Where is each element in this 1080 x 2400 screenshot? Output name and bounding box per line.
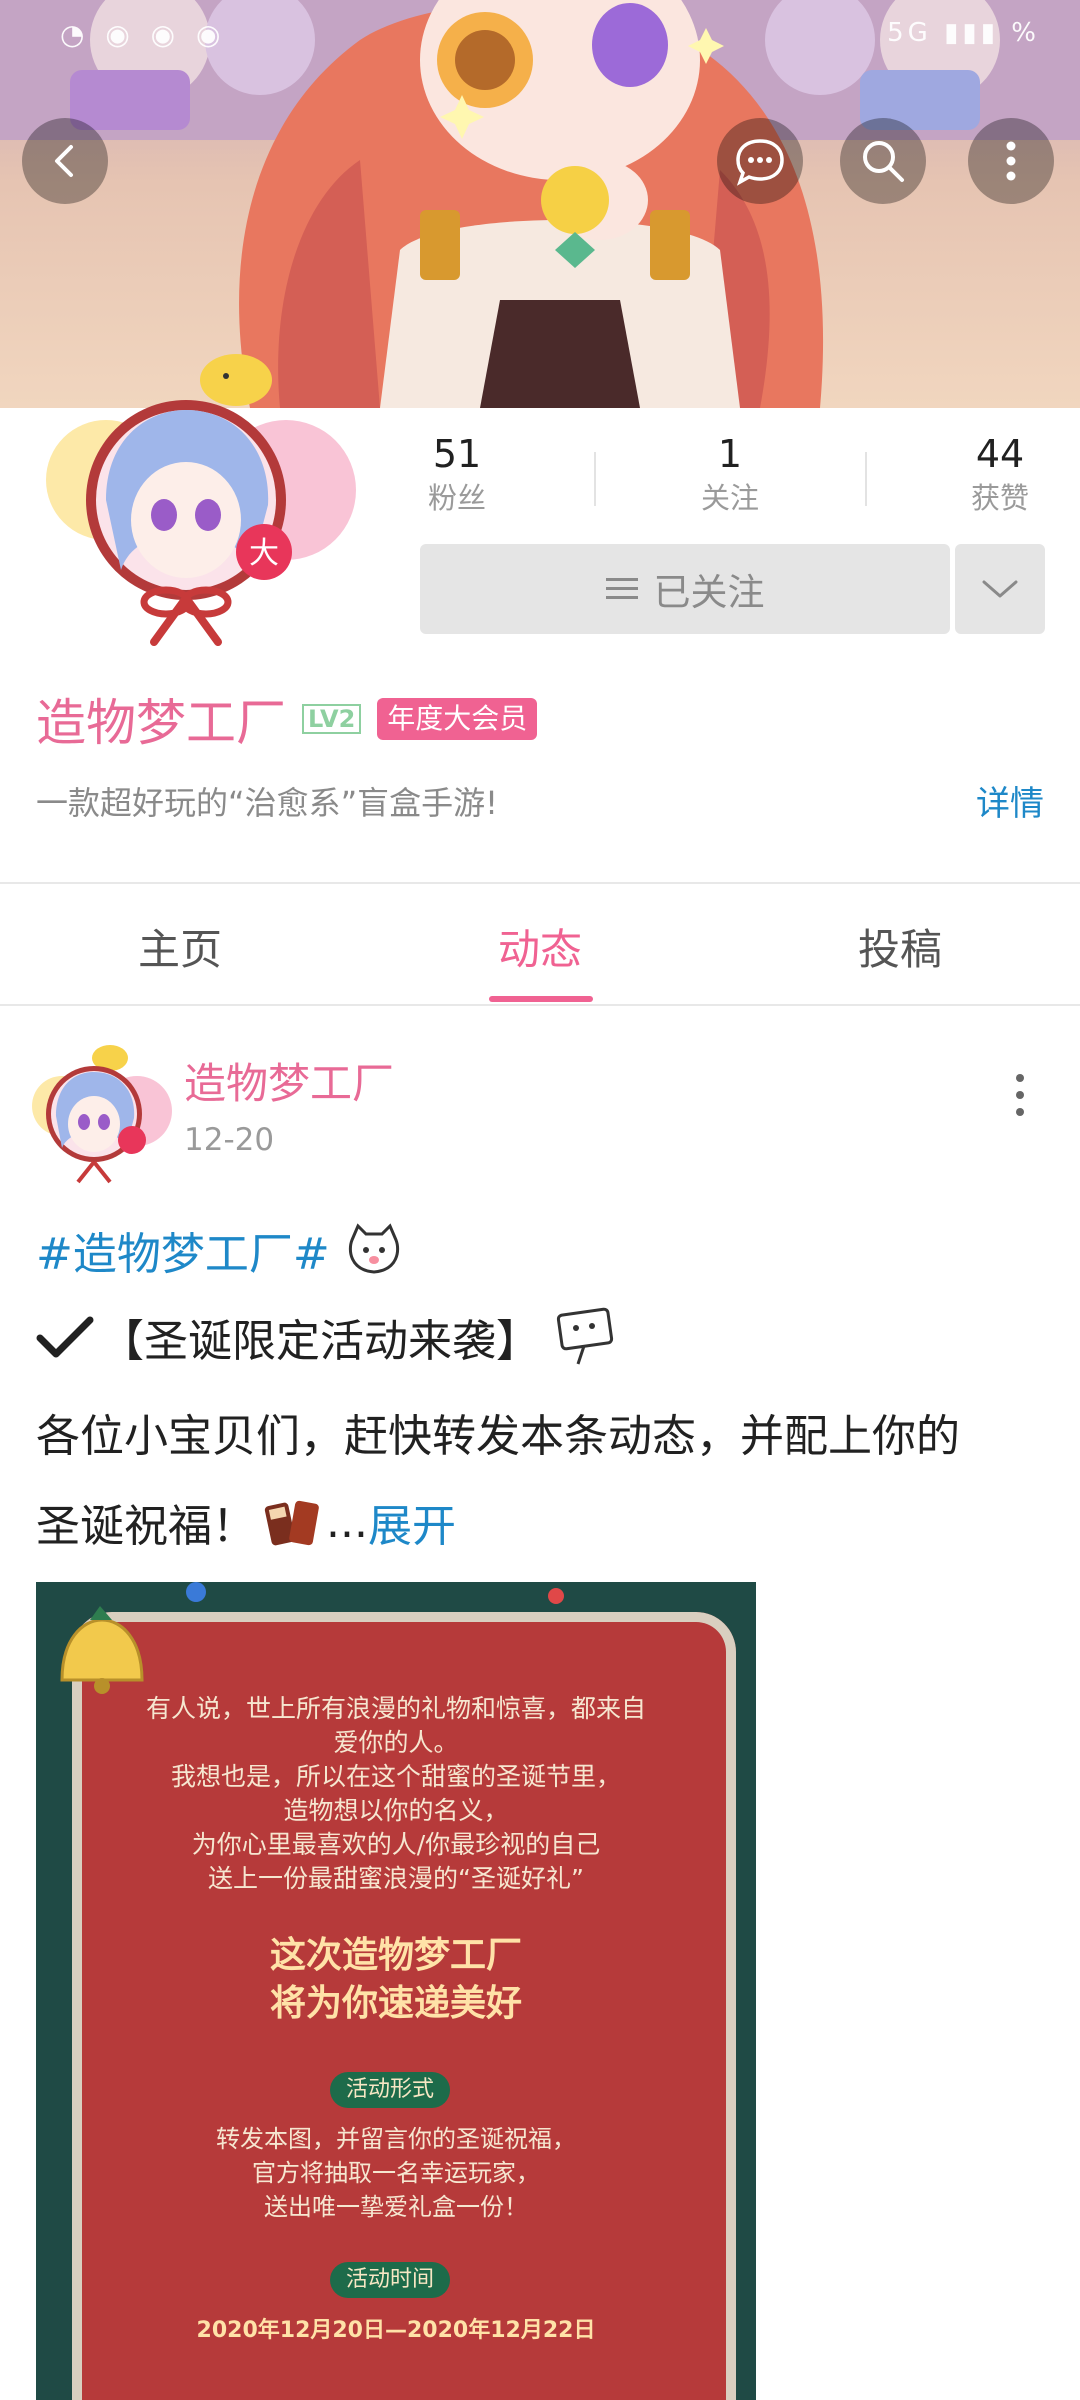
post-date: 12-20	[184, 1122, 275, 1158]
chevron-left-icon	[55, 145, 73, 177]
poster-body-line: 送出唯一挚爱礼盒一份！	[264, 2193, 528, 2221]
following-button[interactable]: 已关注	[420, 544, 950, 634]
poster-intro-line: 送上一份最甜蜜浪漫的“圣诞好礼”	[208, 1864, 584, 1893]
profile-name-row: 造物梦工厂 LV2 年度大会员	[36, 684, 538, 754]
post-more-icon[interactable]	[1010, 1074, 1030, 1124]
active-tab-indicator	[489, 996, 593, 1002]
avatar-illustration	[32, 1045, 172, 1184]
stat-fans-value: 51	[432, 432, 482, 476]
poster-body-line: 官方将抽取一名幸运玩家，	[252, 2159, 540, 2187]
search-icon	[863, 141, 904, 182]
poster-intro-line: 爱你的人。	[333, 1728, 459, 1757]
status-right-indicators: 5G ▮▮▮ %	[887, 18, 1040, 48]
tab-submissions[interactable]: 投稿	[800, 916, 1000, 977]
poster-section-title: 活动形式	[330, 2072, 451, 2108]
post-body-end: 圣诞祝福！	[36, 1501, 256, 1552]
message-button[interactable]	[717, 118, 803, 204]
check-mark-icon	[36, 1316, 94, 1358]
avatar-illustration: 大	[46, 354, 356, 646]
stat-following-value: 1	[717, 432, 743, 476]
profile-bio: 一款超好玩的“治愈系”盲盒手游!	[36, 784, 498, 822]
profile-name: 造物梦工厂	[36, 694, 286, 752]
detail-link[interactable]: 详情	[976, 776, 1044, 825]
vip-badge[interactable]: 年度大会员	[377, 698, 538, 740]
back-button[interactable]	[22, 118, 108, 204]
status-bar: ◔ ◉ ◉ ◉ 5G ▮▮▮ %	[0, 0, 1080, 80]
more-vertical-icon	[1006, 141, 1016, 181]
drink-cups-emoji-icon	[264, 1500, 319, 1546]
follow-dropdown-button[interactable]	[955, 544, 1045, 634]
poster-intro-text: 有人说，世上所有浪漫的礼物和惊喜，都来自 爱你的人。 我想也是，所以在这个甜蜜的…	[96, 1692, 696, 1896]
profile-tabs: 主页 动态 投稿	[0, 884, 1080, 1004]
stat-divider	[594, 452, 596, 506]
post-author-name[interactable]: 造物梦工厂	[184, 1050, 394, 1111]
post-author-avatar[interactable]	[22, 1036, 172, 1186]
profile-avatar[interactable]: 大	[36, 340, 356, 670]
tab-dynamic[interactable]: 动态	[440, 916, 640, 977]
post-title-row: 【圣诞限定活动来袭】	[36, 1305, 616, 1369]
poster-time-text: 2020年12月20日—2020年12月22日	[196, 2318, 596, 2343]
tab-home[interactable]: 主页	[80, 916, 280, 977]
post-title: 【圣诞限定活动来袭】	[100, 1316, 540, 1367]
stat-likes-label: 获赞	[970, 481, 1029, 515]
post-body-last-row: 圣诞祝福！ ... 展开	[36, 1490, 456, 1554]
poster-intro-line: 造物想以你的名义，	[283, 1796, 509, 1825]
ellipsis: ...	[326, 1496, 368, 1548]
stat-divider	[865, 452, 867, 506]
post-body-line: 各位小宝贝们，赶快转发本条动态，并配上你的	[36, 1411, 960, 1462]
post-topic-link[interactable]: #造物梦工厂#	[36, 1218, 330, 1282]
poster-body-line: 转发本图，并留言你的圣诞祝福，	[216, 2125, 576, 2153]
poster-intro-line: 我想也是，所以在这个甜蜜的圣诞节里，	[170, 1762, 621, 1791]
avatar-level-badge: 大	[249, 536, 279, 571]
sign-holding-emoji-icon	[556, 1307, 614, 1365]
stat-following-label: 关注	[700, 481, 759, 515]
search-button[interactable]	[840, 118, 926, 204]
poster-body-text: 转发本图，并留言你的圣诞祝福， 官方将抽取一名幸运玩家， 送出唯一挚爱礼盒一份！	[96, 2122, 696, 2224]
poster-headline-line: 这次造物梦工厂	[269, 1935, 522, 1976]
cat-face-emoji-icon	[348, 1223, 399, 1274]
stat-likes-value: 44	[975, 432, 1025, 476]
stat-fans-label: 粉丝	[427, 481, 486, 515]
poster-headline: 这次造物梦工厂 将为你速递美好	[96, 1932, 696, 2028]
post-topic-row: #造物梦工厂#	[36, 1218, 404, 1282]
more-button[interactable]	[968, 118, 1054, 204]
stat-fans[interactable]: 51 粉丝	[357, 430, 557, 518]
poster-intro-line: 有人说，世上所有浪漫的礼物和惊喜，都来自	[145, 1694, 646, 1723]
menu-lines-icon	[605, 578, 638, 599]
expand-link[interactable]: 展开	[368, 1490, 456, 1554]
poster-headline-line: 将为你速递美好	[269, 1983, 522, 2024]
post-image[interactable]: 有人说，世上所有浪漫的礼物和惊喜，都来自 爱你的人。 我想也是，所以在这个甜蜜的…	[36, 1582, 756, 2400]
divider	[0, 1004, 1080, 1006]
chat-bubble-icon	[736, 139, 784, 186]
level-badge: LV2	[302, 704, 362, 734]
following-button-label: 已关注	[653, 571, 765, 614]
stat-following[interactable]: 1 关注	[630, 430, 830, 518]
profile-stats: 51 粉丝 1 关注 44 获赞	[400, 430, 1080, 530]
stat-likes: 44 获赞	[900, 430, 1080, 518]
status-left-icons: ◔ ◉ ◉ ◉	[60, 18, 227, 51]
poster-intro-line: 为你心里最喜欢的人/你最珍视的自己	[191, 1830, 601, 1859]
chevron-down-icon	[982, 580, 1018, 598]
poster-section-title: 活动时间	[330, 2262, 451, 2298]
